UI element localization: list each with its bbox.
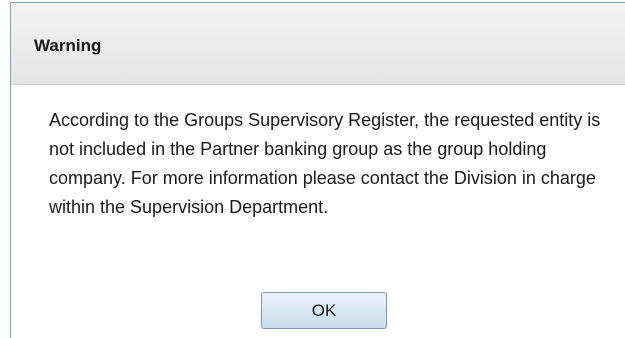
dialog-titlebar: Warning: [11, 3, 625, 85]
ok-button[interactable]: OK: [261, 292, 387, 329]
dialog-title: Warning: [34, 36, 102, 55]
warning-dialog: Warning According to the Groups Supervis…: [10, 2, 625, 338]
dialog-message: According to the Groups Supervisory Regi…: [49, 110, 601, 217]
